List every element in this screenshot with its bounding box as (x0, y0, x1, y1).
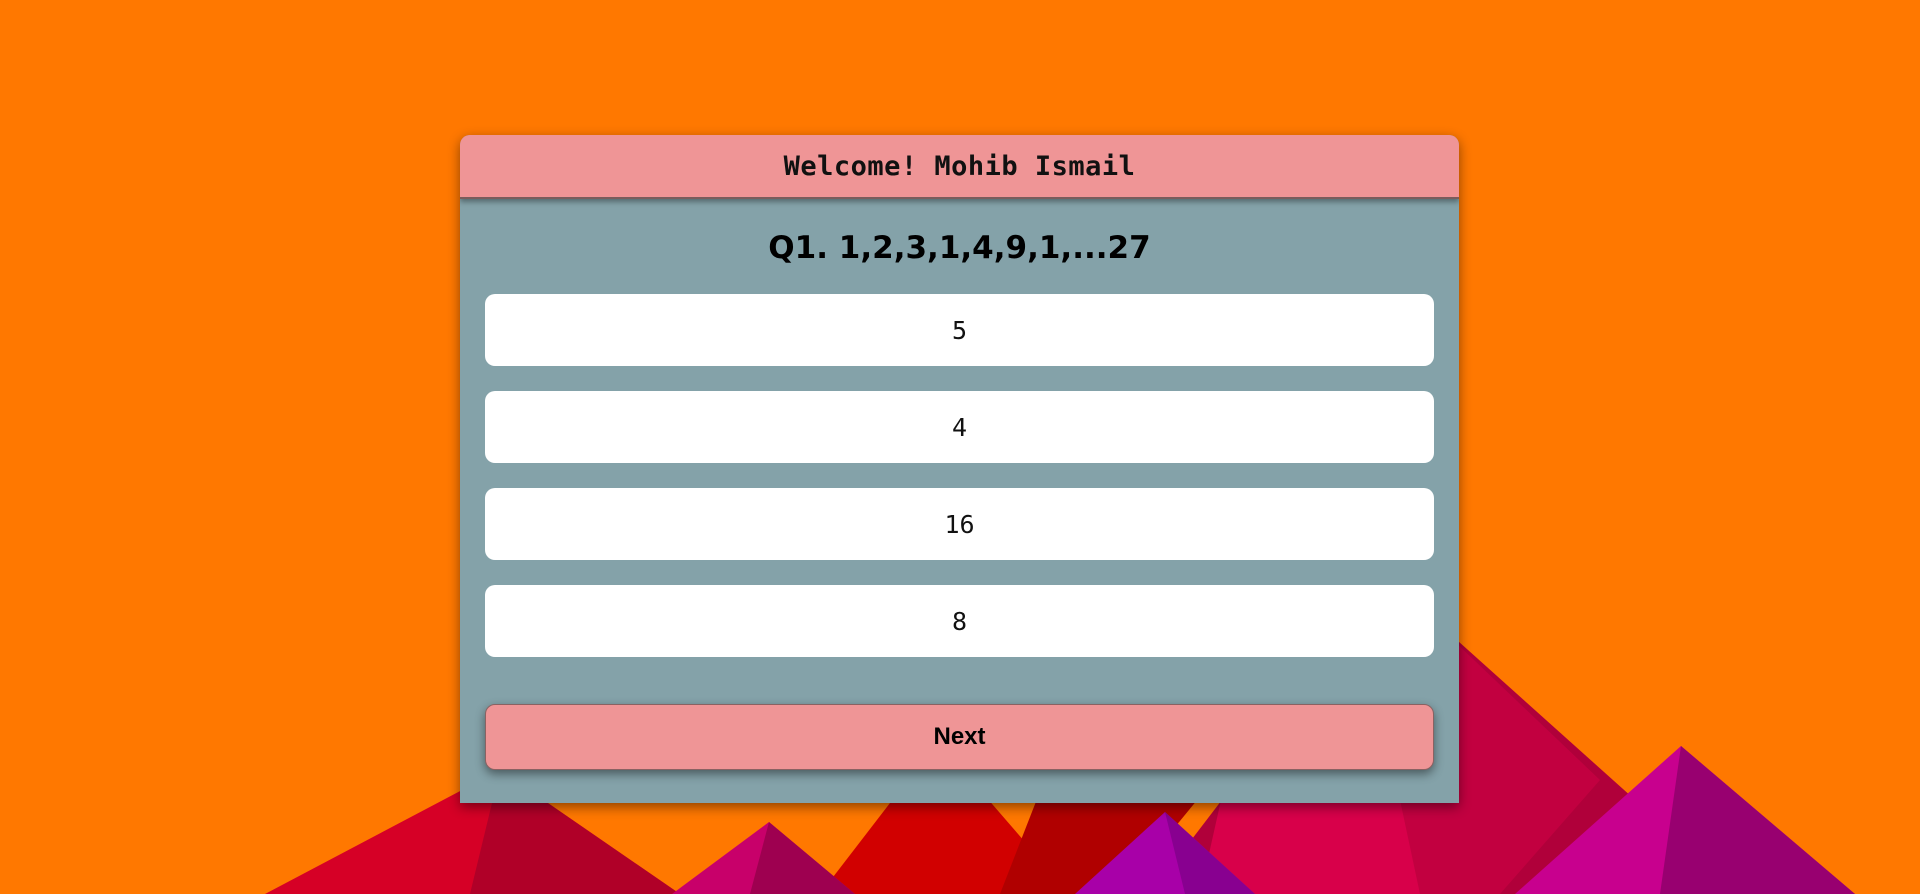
next-button-label: Next (933, 723, 986, 750)
answer-option-4[interactable]: 8 (485, 585, 1434, 657)
answer-option-label: 16 (944, 509, 975, 539)
quiz-header: Welcome! Mohib Ismail (460, 135, 1459, 199)
answer-option-label: 8 (951, 606, 968, 636)
next-button[interactable]: Next (485, 704, 1434, 770)
answer-option-1[interactable]: 5 (485, 294, 1434, 366)
question-text: Q1. 1,2,3,1,4,9,1,...27 (768, 230, 1151, 266)
answer-option-3[interactable]: 16 (485, 488, 1434, 560)
answer-option-2[interactable]: 4 (485, 391, 1434, 463)
answer-option-label: 4 (951, 412, 968, 442)
welcome-text: Welcome! Mohib Ismail (783, 150, 1136, 182)
answer-option-label: 5 (951, 315, 968, 345)
quiz-card: Welcome! Mohib Ismail Q1. 1,2,3,1,4,9,1,… (460, 135, 1459, 803)
answer-options: 5 4 16 8 (460, 294, 1459, 657)
